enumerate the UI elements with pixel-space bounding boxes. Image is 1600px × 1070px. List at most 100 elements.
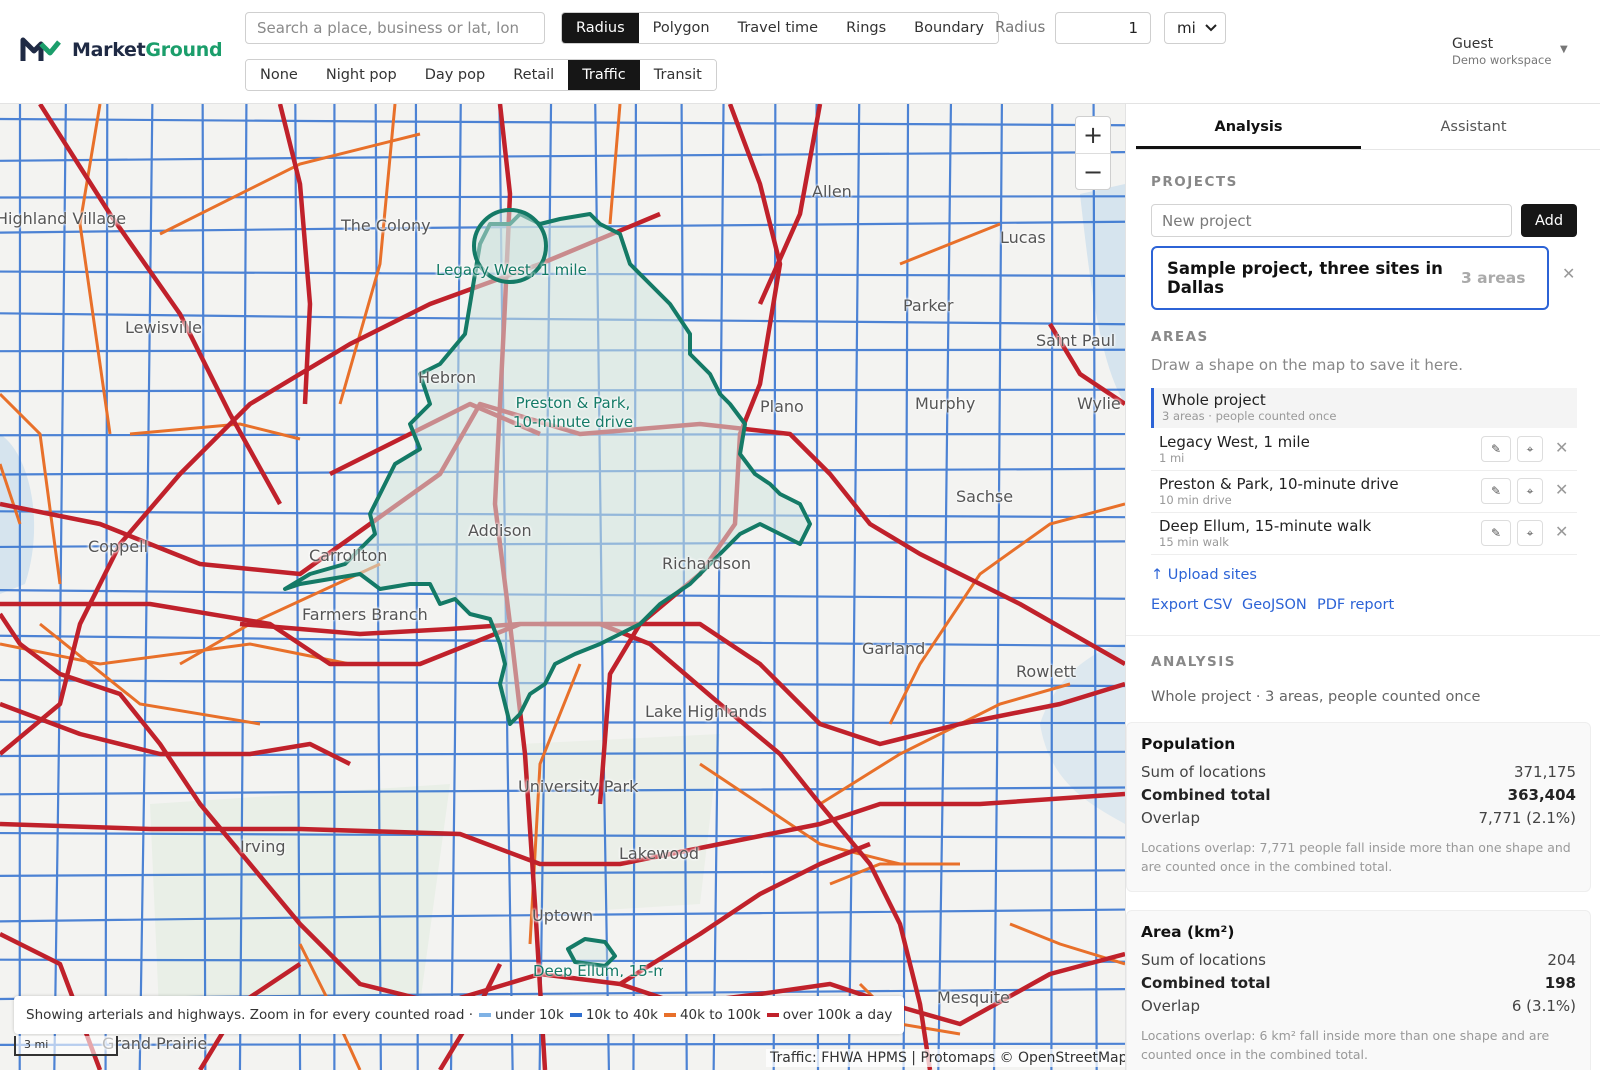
- workspace-name: Demo workspace: [1452, 53, 1552, 67]
- area-name: Whole project: [1162, 391, 1266, 409]
- area-label-preston-park[interactable]: Preston & Park, 10-minute drive: [506, 394, 640, 432]
- place-label: Parker: [903, 296, 954, 315]
- close-icon[interactable]: ✕: [1555, 438, 1568, 457]
- scale-bar: 3 mi: [14, 1036, 118, 1056]
- stat-row: Combined total 198: [1141, 972, 1576, 995]
- traffic-legend: Showing arterials and highways. Zoom in …: [14, 996, 905, 1034]
- stat-value: 198: [1544, 974, 1576, 992]
- stat-row: Combined total 363,404: [1141, 784, 1576, 807]
- place-label: Uptown: [532, 906, 594, 925]
- locate-icon[interactable]: ⌖: [1517, 520, 1543, 546]
- shape-mode-selector: Radius Polygon Travel time Rings Boundar…: [561, 12, 999, 44]
- stat-label: Sum of locations: [1141, 763, 1266, 781]
- place-label: Farmers Branch: [302, 605, 428, 624]
- project-name: Sample project, three sites in Dallas: [1167, 259, 1443, 297]
- geojson-link[interactable]: GeoJSON: [1242, 597, 1307, 613]
- project-card[interactable]: Sample project, three sites in Dallas 3 …: [1151, 246, 1549, 310]
- brand-name: MarketGround: [72, 39, 223, 61]
- close-icon[interactable]: ✕: [1562, 264, 1575, 283]
- upload-sites-link[interactable]: ↑ Upload sites: [1151, 567, 1257, 583]
- user-menu[interactable]: Guest Demo workspace ▼: [1452, 36, 1568, 67]
- legend-label: over 100k a day: [782, 1007, 893, 1023]
- locate-icon[interactable]: ⌖: [1517, 478, 1543, 504]
- place-label: Garland: [862, 639, 926, 658]
- radius-label: Radius: [995, 18, 1046, 36]
- brand-name-part2: Ground: [145, 39, 223, 61]
- area-sub: 3 areas · people counted once: [1162, 409, 1337, 423]
- layer-none[interactable]: None: [246, 60, 312, 90]
- place-label: Lewisville: [125, 318, 202, 337]
- place-label: Sachse: [956, 487, 1014, 506]
- shape-mode-boundary[interactable]: Boundary: [900, 13, 998, 43]
- zoom-in-button[interactable]: +: [1076, 117, 1110, 153]
- new-project-input[interactable]: [1151, 204, 1512, 237]
- area-name: Preston & Park, 10-minute drive: [1159, 475, 1399, 493]
- area-row-whole-project[interactable]: Whole project 3 areas · people counted o…: [1151, 388, 1577, 428]
- zoom-control: + −: [1075, 116, 1111, 190]
- shape-mode-travel-time[interactable]: Travel time: [723, 13, 833, 43]
- legend-swatch-under-10k: [479, 1013, 491, 1017]
- place-label: Irving: [240, 837, 286, 856]
- close-icon[interactable]: ✕: [1555, 480, 1568, 499]
- layer-retail[interactable]: Retail: [499, 60, 569, 90]
- divider: [1151, 470, 1577, 471]
- export-csv-link[interactable]: Export CSV: [1151, 597, 1232, 613]
- pencil-icon[interactable]: ✎: [1481, 520, 1511, 546]
- layer-traffic[interactable]: Traffic: [568, 60, 640, 90]
- locate-icon[interactable]: ⌖: [1517, 436, 1543, 462]
- analysis-scope: Whole project · 3 areas, people counted …: [1151, 689, 1481, 705]
- search-input[interactable]: [245, 12, 545, 44]
- stat-value: 204: [1547, 951, 1576, 969]
- logo[interactable]: MarketGround: [20, 36, 223, 64]
- stat-value: 6 (3.1%): [1511, 997, 1576, 1015]
- shape-mode-polygon[interactable]: Polygon: [638, 13, 724, 43]
- layer-night-pop[interactable]: Night pop: [311, 60, 411, 90]
- area-label-deep-ellum[interactable]: Deep Ellum, 15-minute walk: [533, 962, 663, 977]
- layer-transit[interactable]: Transit: [639, 60, 716, 90]
- pencil-icon[interactable]: ✎: [1481, 478, 1511, 504]
- area-km-card: Area (km²) Sum of locations 204 Combined …: [1126, 910, 1591, 1070]
- place-label: Carrollton: [309, 546, 388, 565]
- place-label: Murphy: [915, 394, 976, 413]
- place-label: Coppell: [88, 537, 149, 556]
- pdf-report-link[interactable]: PDF report: [1317, 597, 1394, 613]
- area-row[interactable]: Legacy West, 1 mile 1 mi ✎ ⌖ ✕: [1151, 430, 1577, 470]
- stat-label: Sum of locations: [1141, 951, 1266, 969]
- map-canvas[interactable]: Highland Village The Colony Allen Lucas …: [0, 104, 1125, 1070]
- close-icon[interactable]: ✕: [1555, 522, 1568, 541]
- sidebar-tabs: Analysis Assistant: [1136, 104, 1600, 150]
- place-label: Mesquite: [937, 988, 1010, 1007]
- add-project-button[interactable]: Add: [1521, 204, 1577, 237]
- unit-select-value: mi: [1177, 19, 1196, 37]
- overlap-note: Locations overlap: 6 km² fall inside mor…: [1141, 1028, 1550, 1062]
- sidebar: Analysis Assistant PROJECTS Add Sample p…: [1125, 104, 1600, 1070]
- divider: [1151, 512, 1577, 513]
- radius-input[interactable]: [1055, 12, 1151, 44]
- legend-label: 40k to 100k: [679, 1007, 761, 1023]
- user-name: Guest: [1452, 36, 1494, 52]
- stat-label: Overlap: [1141, 809, 1200, 827]
- shape-mode-rings[interactable]: Rings: [832, 13, 901, 43]
- analysis-section-title: ANALYSIS: [1151, 654, 1236, 670]
- brand-name-part1: Market: [72, 39, 146, 61]
- area-name: Deep Ellum, 15-minute walk: [1159, 517, 1372, 535]
- logo-mark-icon: [20, 37, 61, 61]
- shape-mode-radius[interactable]: Radius: [562, 13, 639, 43]
- legend-swatch-40k-100k: [663, 1013, 676, 1017]
- place-label: Wylie: [1077, 394, 1121, 413]
- place-label: Highland Village: [0, 209, 127, 228]
- layer-day-pop[interactable]: Day pop: [410, 60, 500, 90]
- zoom-out-button[interactable]: −: [1076, 153, 1110, 189]
- pencil-icon[interactable]: ✎: [1481, 436, 1511, 462]
- area-row[interactable]: Preston & Park, 10-minute drive 10 min d…: [1151, 472, 1577, 512]
- legend-label: under 10k: [495, 1007, 564, 1023]
- area-row[interactable]: Deep Ellum, 15-minute walk 15 min walk ✎…: [1151, 514, 1577, 554]
- divider: [1151, 554, 1577, 555]
- tab-analysis[interactable]: Analysis: [1136, 104, 1361, 149]
- place-label: Addison: [468, 521, 532, 540]
- area-label-legacy-west[interactable]: Legacy West, 1 mile: [436, 261, 587, 280]
- tab-assistant[interactable]: Assistant: [1361, 104, 1586, 149]
- unit-select[interactable]: mi: [1164, 12, 1226, 44]
- stat-label: Combined total: [1141, 786, 1271, 804]
- map-attribution[interactable]: Traffic: FHWA HPMS | Protomaps © OpenStr…: [766, 1049, 1125, 1067]
